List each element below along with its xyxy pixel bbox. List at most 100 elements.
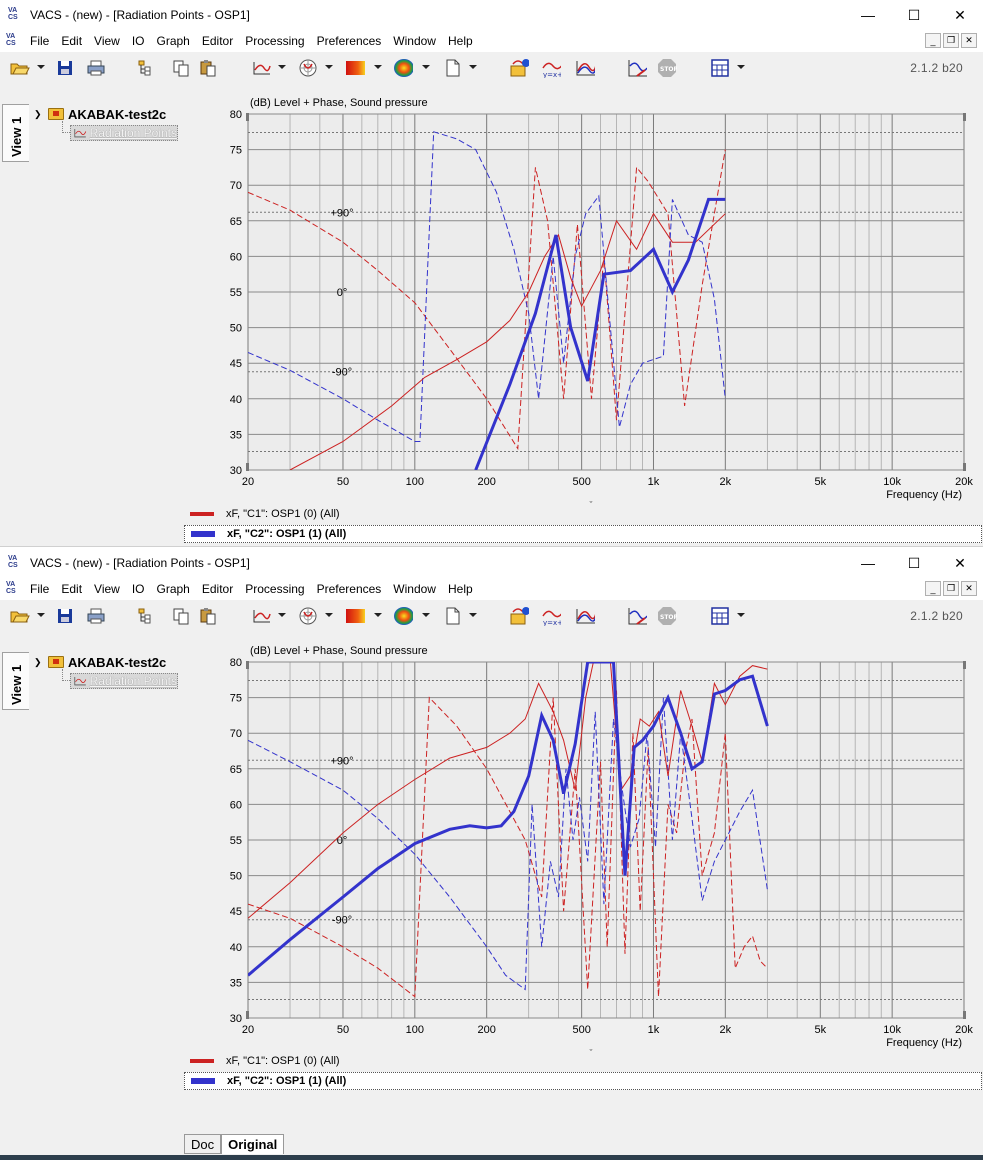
tree-properties-icon[interactable] xyxy=(136,606,156,626)
color-map-icon[interactable] xyxy=(345,606,365,626)
mdi-restore-button[interactable]: ❐ xyxy=(943,33,959,48)
tree-item-project[interactable]: ❯ AKABAK-test2c xyxy=(34,106,180,122)
mdi-minimize-button[interactable]: _ xyxy=(925,581,941,596)
calculator-dropdown-arrow[interactable] xyxy=(737,65,745,69)
maximize-button[interactable]: ☐ xyxy=(891,548,937,578)
menu-view[interactable]: View xyxy=(88,582,126,596)
legend-swatch-c2 xyxy=(191,531,215,537)
calculator-icon[interactable] xyxy=(710,58,730,78)
tree-properties-icon[interactable] xyxy=(136,58,156,78)
processing-import-icon[interactable] xyxy=(509,58,529,78)
menu-preferences[interactable]: Preferences xyxy=(311,582,388,596)
color-map-icon[interactable] xyxy=(345,58,365,78)
graph-plot-top[interactable]: 30 35 40 45 50 55 60 65 70 75 80 +90° 0° -90° 20 50 100 2… xyxy=(184,104,982,504)
graph-plot-bottom[interactable]: 3035404550556065707580+90°0°-90°20 50 100 2… xyxy=(184,652,982,1052)
menu-help[interactable]: Help xyxy=(442,34,479,48)
balloon-3d-dropdown-arrow[interactable] xyxy=(422,65,430,69)
side-tab-view-1[interactable]: View 1 xyxy=(2,652,29,710)
tree-item-project[interactable]: ❯ AKABAK-test2c xyxy=(34,654,180,670)
menu-window[interactable]: Window xyxy=(387,582,442,596)
mdi-minimize-button[interactable]: _ xyxy=(925,33,941,48)
x-tick-label: 50 xyxy=(337,1024,349,1036)
calculator-icon[interactable] xyxy=(710,606,730,626)
balloon-3d-dropdown-arrow[interactable] xyxy=(422,613,430,617)
menu-io[interactable]: IO xyxy=(126,34,151,48)
copy-icon[interactable] xyxy=(171,58,191,78)
curve-view-dropdown-arrow[interactable] xyxy=(278,65,286,69)
tree-item-radiation-points[interactable]: Radiation Points xyxy=(70,125,178,141)
open-folder-icon[interactable] xyxy=(10,58,30,78)
curve-view-dropdown-arrow[interactable] xyxy=(278,613,286,617)
curve-tool-icon[interactable] xyxy=(627,58,647,78)
curve-compare-icon[interactable] xyxy=(575,606,595,626)
mdi-close-button[interactable]: ✕ xyxy=(961,33,977,48)
balloon-3d-icon[interactable] xyxy=(393,606,413,626)
mdi-document-icon[interactable]: VA CS xyxy=(6,33,22,49)
polar-plot-dropdown-arrow[interactable] xyxy=(325,65,333,69)
tab-original[interactable]: Original xyxy=(221,1134,285,1154)
open-dropdown-arrow[interactable] xyxy=(37,613,45,617)
save-icon[interactable] xyxy=(55,58,75,78)
stop-icon[interactable]: STOP xyxy=(657,606,677,626)
menu-help[interactable]: Help xyxy=(442,582,479,596)
new-document-icon[interactable] xyxy=(443,58,463,78)
menu-graph[interactable]: Graph xyxy=(151,582,196,596)
print-icon[interactable] xyxy=(86,606,106,626)
copy-icon[interactable] xyxy=(171,606,191,626)
maximize-button[interactable]: ☐ xyxy=(891,0,937,30)
legend-item-c2[interactable]: xF, "C2": OSP1 (1) (All) xyxy=(184,1072,982,1090)
open-dropdown-arrow[interactable] xyxy=(37,65,45,69)
curve-tool-icon[interactable] xyxy=(627,606,647,626)
side-tab-view-1[interactable]: View 1 xyxy=(2,104,29,162)
menu-edit[interactable]: Edit xyxy=(55,34,88,48)
paste-icon[interactable] xyxy=(198,58,218,78)
paste-icon[interactable] xyxy=(198,606,218,626)
menu-window[interactable]: Window xyxy=(387,34,442,48)
save-icon[interactable] xyxy=(55,606,75,626)
menu-processing[interactable]: Processing xyxy=(239,34,310,48)
menu-processing[interactable]: Processing xyxy=(239,582,310,596)
formula-y-equals-icon[interactable]: y=x+f xyxy=(541,606,561,626)
mdi-close-button[interactable]: ✕ xyxy=(961,581,977,596)
color-map-dropdown-arrow[interactable] xyxy=(374,65,382,69)
balloon-3d-icon[interactable] xyxy=(393,58,413,78)
legend-item-c1[interactable]: xF, "C1": OSP1 (0) (All) xyxy=(184,505,982,523)
processing-import-icon[interactable] xyxy=(509,606,529,626)
calculator-dropdown-arrow[interactable] xyxy=(737,613,745,617)
color-map-dropdown-arrow[interactable] xyxy=(374,613,382,617)
menu-preferences[interactable]: Preferences xyxy=(311,34,388,48)
curve-view-icon[interactable] xyxy=(252,58,272,78)
close-button[interactable]: ✕ xyxy=(937,548,983,578)
minimize-button[interactable]: — xyxy=(845,0,891,30)
menu-editor[interactable]: Editor xyxy=(196,582,239,596)
expand-chevron-icon[interactable]: ❯ xyxy=(34,109,48,120)
print-icon[interactable] xyxy=(86,58,106,78)
open-folder-icon[interactable] xyxy=(10,606,30,626)
polar-plot-icon[interactable] xyxy=(298,606,318,626)
menu-file[interactable]: File xyxy=(24,34,55,48)
legend-item-c2[interactable]: xF, "C2": OSP1 (1) (All) xyxy=(184,525,982,543)
polar-plot-dropdown-arrow[interactable] xyxy=(325,613,333,617)
polar-plot-icon[interactable] xyxy=(298,58,318,78)
stop-icon[interactable]: STOP xyxy=(657,58,677,78)
new-document-icon[interactable] xyxy=(443,606,463,626)
formula-y-equals-icon[interactable]: y=x+f xyxy=(541,58,561,78)
legend-item-c1[interactable]: xF, "C1": OSP1 (0) (All) xyxy=(184,1052,982,1070)
menu-graph[interactable]: Graph xyxy=(151,34,196,48)
mdi-restore-button[interactable]: ❐ xyxy=(943,581,959,596)
minimize-button[interactable]: — xyxy=(845,548,891,578)
menu-file[interactable]: File xyxy=(24,582,55,596)
menu-view[interactable]: View xyxy=(88,34,126,48)
new-document-dropdown-arrow[interactable] xyxy=(469,65,477,69)
expand-chevron-icon[interactable]: ❯ xyxy=(34,657,48,668)
curve-compare-icon[interactable] xyxy=(575,58,595,78)
menu-editor[interactable]: Editor xyxy=(196,34,239,48)
menu-io[interactable]: IO xyxy=(126,582,151,596)
close-button[interactable]: ✕ xyxy=(937,0,983,30)
tree-item-radiation-points[interactable]: Radiation Points xyxy=(70,673,178,689)
new-document-dropdown-arrow[interactable] xyxy=(469,613,477,617)
curve-view-icon[interactable] xyxy=(252,606,272,626)
tab-doc[interactable]: Doc xyxy=(184,1134,222,1154)
menu-edit[interactable]: Edit xyxy=(55,582,88,596)
mdi-document-icon[interactable]: VA CS xyxy=(6,581,22,597)
